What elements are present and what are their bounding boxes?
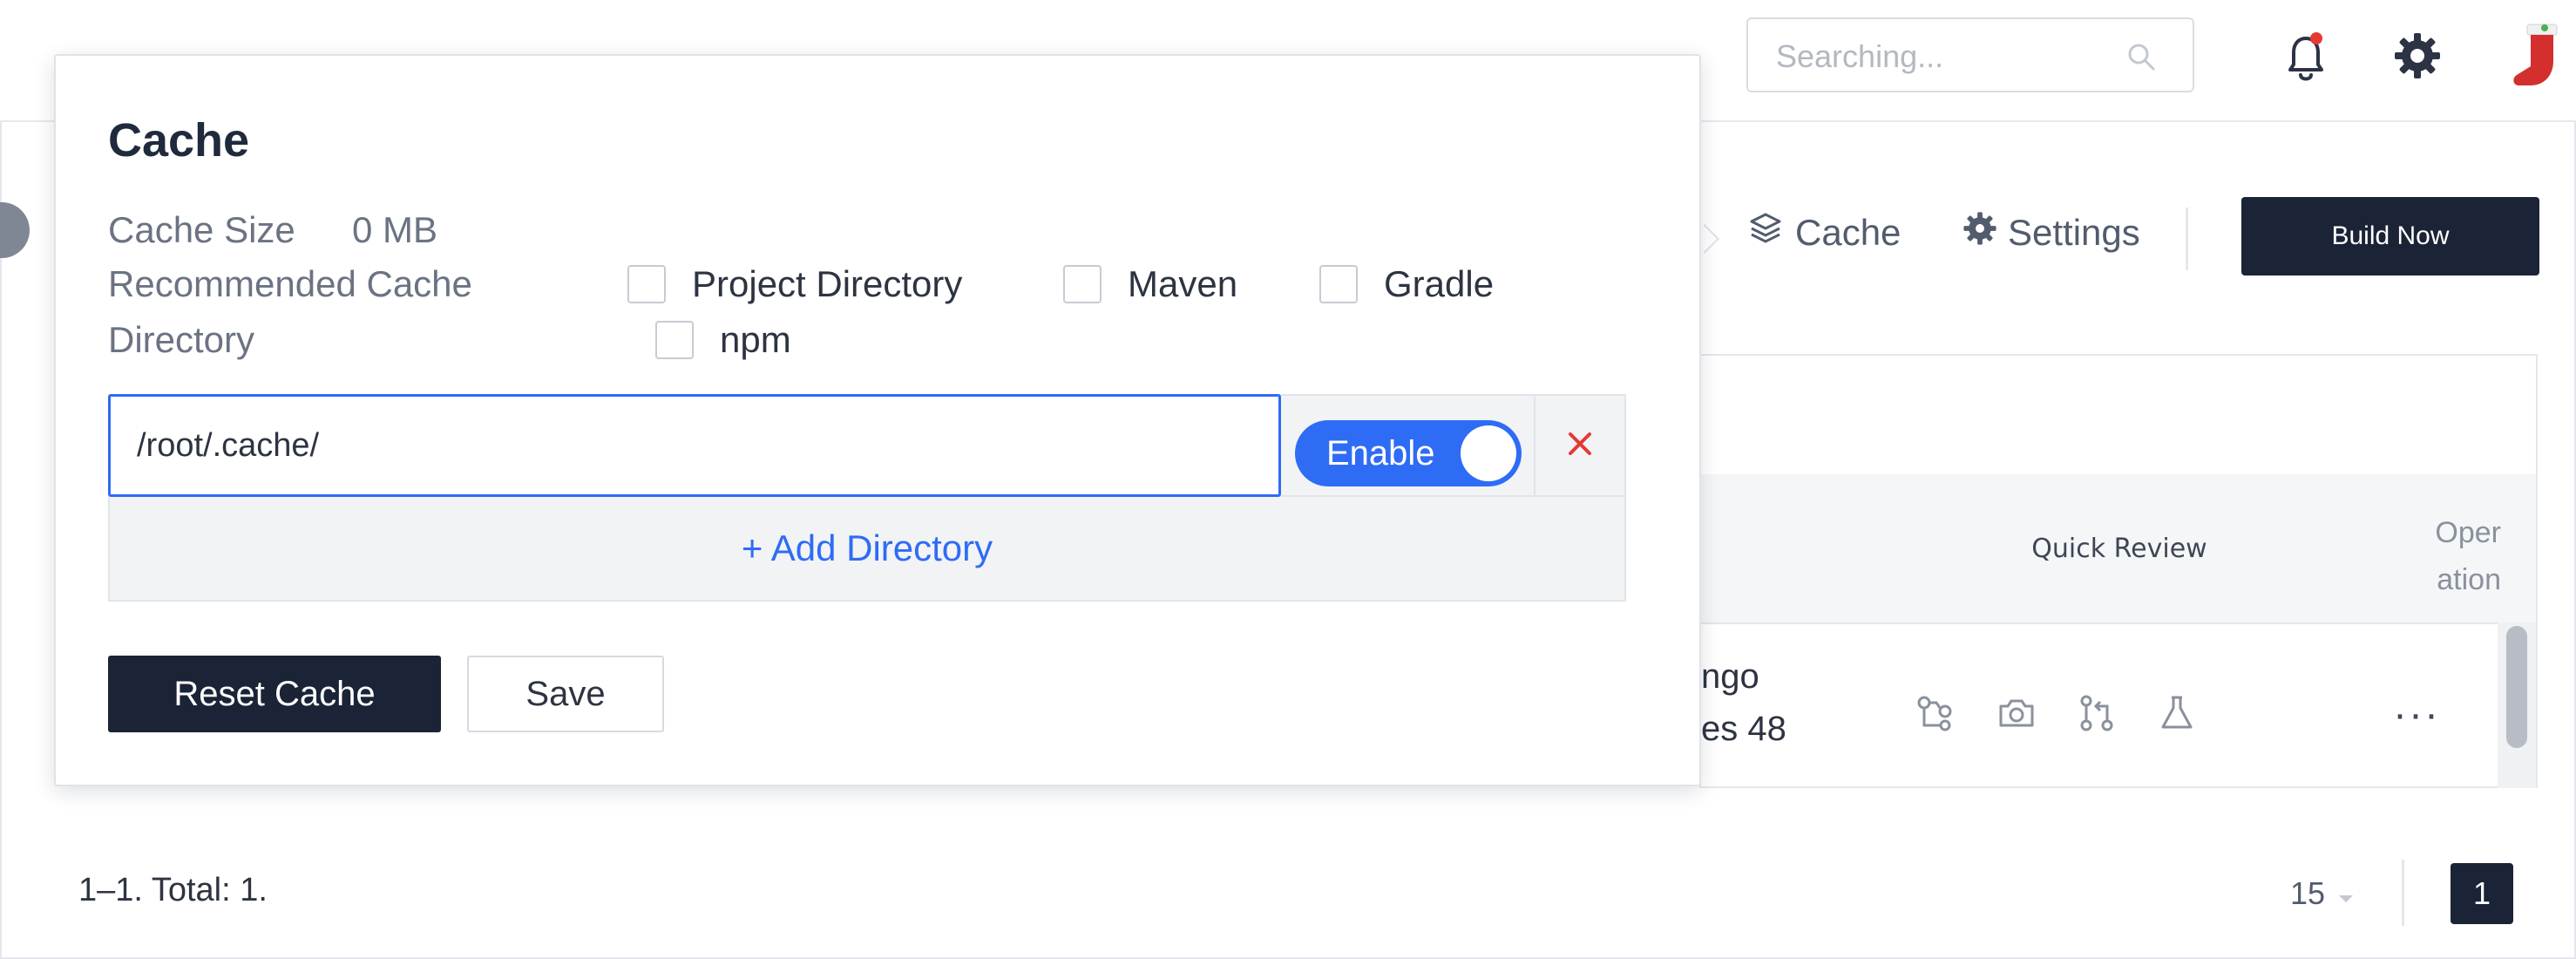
- table-filter-row: [1701, 356, 2536, 476]
- pull-request-icon[interactable]: [2078, 694, 2116, 737]
- table-row[interactable]: ngo es 48 ···: [1701, 622, 2536, 788]
- recommended-label-line2: Directory: [108, 319, 255, 360]
- cache-size-value: 0 MB: [352, 209, 438, 250]
- enable-toggle[interactable]: Enable: [1295, 420, 1522, 486]
- cache-directory-input[interactable]: [108, 394, 1281, 497]
- option-gradle[interactable]: Gradle: [1319, 263, 1494, 305]
- layers-icon: [1748, 211, 1783, 255]
- option-npm[interactable]: npm: [655, 319, 791, 361]
- column-operation-line1: Oper: [2435, 516, 2501, 549]
- bell-icon[interactable]: [2281, 31, 2330, 90]
- option-maven[interactable]: Maven: [1063, 263, 1237, 305]
- column-quick-review: Quick Review: [2031, 533, 2207, 564]
- popover-title: Cache: [108, 114, 250, 167]
- page-size-select[interactable]: 15: [2290, 875, 2355, 912]
- gear-icon: [1963, 211, 1997, 255]
- delete-directory-button[interactable]: [1534, 394, 1626, 497]
- search-box[interactable]: [1746, 17, 2194, 92]
- cache-tab[interactable]: Cache: [1748, 211, 1901, 255]
- pagination-total: 1–1. Total: 1.: [78, 872, 268, 908]
- more-options-icon[interactable]: ···: [2393, 690, 2440, 738]
- pagination-divider: [2402, 860, 2404, 926]
- collapse-nav-button[interactable]: [0, 202, 30, 258]
- table-header: Quick Review Oper ation: [1701, 474, 2536, 624]
- builds-table: Quick Review Oper ation ngo es 48 ···: [1699, 354, 2538, 788]
- workflow-icon[interactable]: [1915, 694, 1954, 737]
- checkbox-gradle[interactable]: [1319, 265, 1358, 303]
- cache-size-label: Cache Size: [108, 209, 295, 250]
- page-number-current[interactable]: 1: [2451, 863, 2513, 924]
- checkbox-npm[interactable]: [655, 321, 694, 359]
- flask-icon[interactable]: [2158, 694, 2196, 737]
- reset-cache-button[interactable]: Reset Cache: [108, 656, 441, 732]
- toggle-knob: [1461, 425, 1516, 481]
- table-scrollbar[interactable]: [2498, 622, 2536, 788]
- toolbar-divider: [2186, 207, 2188, 270]
- row-text-line2: es 48: [1701, 710, 1786, 748]
- scrollbar-thumb[interactable]: [2506, 626, 2527, 748]
- close-icon: [1566, 430, 1594, 462]
- search-icon[interactable]: [2126, 42, 2156, 76]
- checkbox-maven[interactable]: [1063, 265, 1102, 303]
- enable-toggle-label: Enable: [1326, 434, 1435, 473]
- checkbox-project-directory[interactable]: [627, 265, 666, 303]
- stocking-avatar-icon[interactable]: [2510, 21, 2562, 95]
- option-project-directory-label: Project Directory: [692, 263, 963, 304]
- option-gradle-label: Gradle: [1384, 263, 1495, 304]
- gear-icon[interactable]: [2393, 31, 2442, 85]
- chevron-down-icon: [2337, 875, 2355, 912]
- settings-tab[interactable]: Settings: [1963, 211, 2140, 255]
- option-maven-label: Maven: [1128, 263, 1238, 304]
- option-npm-label: npm: [720, 319, 791, 360]
- recommended-label-line1: Recommended Cache: [108, 263, 472, 304]
- column-operation: Oper ation: [2423, 509, 2501, 603]
- column-operation-line2: ation: [2437, 563, 2501, 596]
- cache-directory-row: Enable: [108, 394, 1626, 497]
- option-project-directory[interactable]: Project Directory: [627, 263, 962, 305]
- camera-icon[interactable]: [1997, 694, 2036, 737]
- build-now-button[interactable]: Build Now: [2241, 197, 2539, 275]
- save-button[interactable]: Save: [467, 656, 664, 732]
- add-directory-button[interactable]: + Add Directory: [108, 497, 1626, 602]
- enable-toggle-cell: Enable: [1281, 394, 1534, 497]
- search-input[interactable]: [1774, 37, 2126, 77]
- cache-tab-label: Cache: [1795, 212, 1901, 253]
- row-text-line1: ngo: [1701, 657, 1759, 696]
- settings-tab-label: Settings: [2008, 212, 2140, 253]
- page-size-value: 15: [2290, 875, 2326, 911]
- notification-dot: [2310, 32, 2322, 44]
